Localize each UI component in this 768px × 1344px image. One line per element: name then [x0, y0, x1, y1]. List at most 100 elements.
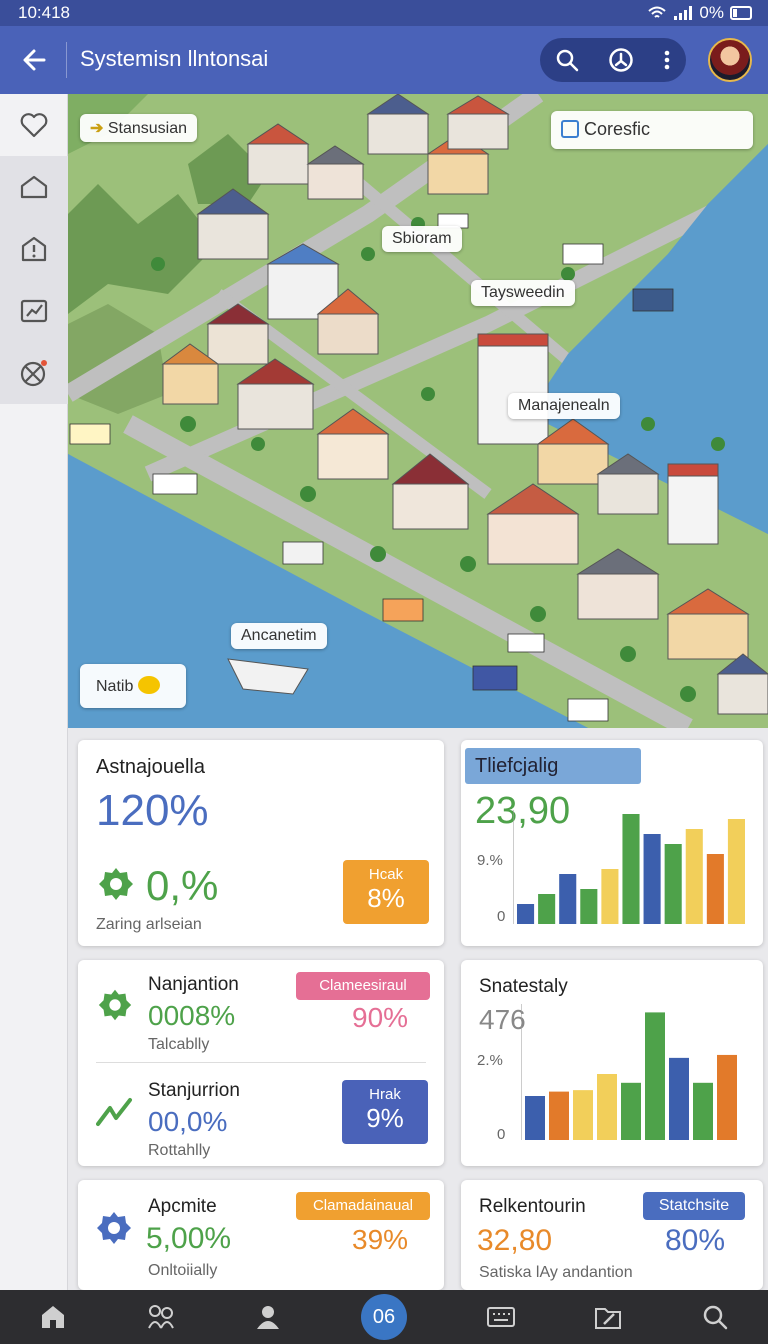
badge-label: Hrak: [369, 1086, 401, 1103]
bar-chart-1: [513, 810, 745, 924]
chart-tick-zero: 0: [497, 908, 506, 925]
card-relkentourin[interactable]: Relkentourin 32,80 Statchsite 80% Satisk…: [461, 1180, 763, 1290]
map-label-ancanetim[interactable]: Ancanetim: [231, 623, 327, 649]
card-title: Astnajouella: [96, 756, 205, 778]
card-astnajouella[interactable]: Astnajouella 120% 0,% Zaring arlseian Hc…: [78, 740, 444, 946]
card-big-value: 120%: [96, 786, 209, 835]
card-value: 32,80: [477, 1224, 553, 1257]
battery-percent: 0%: [699, 3, 724, 22]
avatar[interactable]: [708, 38, 752, 82]
chart-bar: [525, 1096, 545, 1140]
chart-bar: [664, 844, 682, 924]
status-badge: Clamadainaual: [296, 1192, 430, 1220]
back-arrow-icon[interactable]: [18, 44, 50, 76]
chart-bar: [685, 829, 703, 924]
card-chart-snatestaly[interactable]: Snatestaly 476 2.% 0: [461, 960, 763, 1166]
map-label-natib[interactable]: Natib: [80, 664, 186, 708]
keyboard-icon[interactable]: [486, 1304, 516, 1330]
sidebar-item-alerts[interactable]: [0, 218, 68, 280]
card-title: Relkentourin: [479, 1196, 586, 1217]
home-icon[interactable]: [39, 1303, 67, 1331]
card-value: 5,00%: [146, 1222, 232, 1255]
status-badge: Clameesiraul: [296, 972, 430, 1000]
chart-bar: [538, 894, 556, 924]
card-subtitle: Zaring arlseian: [96, 916, 202, 933]
row-value: 0008%: [148, 1000, 236, 1031]
chart-bar: [643, 834, 661, 924]
user-icon[interactable]: [254, 1303, 282, 1331]
chart-bar: [645, 1012, 665, 1140]
row-subtitle: Rottahlly: [148, 1142, 211, 1159]
compass-icon[interactable]: [608, 47, 634, 73]
badge-label: Hcak: [368, 866, 404, 883]
status-time: 10:418: [18, 3, 70, 22]
signal-icon: [674, 6, 693, 20]
status-badge: Hrak 9%: [342, 1080, 428, 1144]
appbar-actions: [540, 38, 686, 82]
card-title: Apcmite: [148, 1196, 217, 1217]
sidebar-item-reports[interactable]: [0, 280, 68, 342]
search-icon[interactable]: [701, 1303, 729, 1331]
card-chart-tliefcjalig[interactable]: Tliefcjalig 23,90 9.% 0: [461, 740, 763, 946]
chart-title: Tliefcjalig: [465, 748, 641, 784]
chart-bar: [597, 1074, 617, 1140]
cup-icon: [561, 120, 579, 138]
chart-bar: [706, 854, 724, 924]
chart-icon: [20, 299, 48, 323]
sidebar-item-home[interactable]: [0, 156, 68, 218]
card-subtitle: Satiska lAy andantion: [479, 1264, 633, 1281]
chart-bar: [717, 1054, 737, 1140]
card-value: 0,%: [146, 862, 219, 909]
row-title: Stanjurrion: [148, 1080, 240, 1101]
more-icon[interactable]: [663, 49, 671, 71]
home-icon: [20, 175, 48, 199]
badge-value: 8%: [367, 883, 405, 913]
map-label-text: Natib: [96, 678, 134, 695]
map-label-coresfic[interactable]: Coresfic: [551, 111, 753, 149]
arrow-icon: ➔: [90, 120, 104, 137]
sidebar: [0, 94, 68, 1290]
map-label-taysweedin[interactable]: Taysweedin: [471, 280, 575, 306]
chart-bar: [669, 1057, 689, 1140]
appbar-divider: [66, 42, 67, 78]
row-title: Nanjantion: [148, 974, 239, 995]
chart-bar: [517, 904, 535, 924]
row-divider: [96, 1062, 426, 1063]
chart-bar: [621, 1082, 641, 1140]
card-subtitle: Onltoiially: [148, 1262, 218, 1279]
city-map[interactable]: ➔ Stansusian Coresfic Sbioram Taysweedin…: [68, 94, 768, 728]
bottom-nav: 06: [0, 1290, 768, 1344]
chart-tick-mid: 2.%: [477, 1052, 503, 1069]
chart-bar: [580, 889, 598, 924]
chart-bar: [727, 819, 745, 924]
row-value: 00,0%: [148, 1106, 228, 1137]
gear-icon: [99, 868, 133, 900]
row-percent: 90%: [352, 1002, 409, 1033]
card-apcmite[interactable]: Apcmite 5,00% Onltoiially Clamadainaual …: [78, 1180, 444, 1290]
map-label-manajenealn[interactable]: Manajenealn: [508, 393, 620, 419]
chart-tick-mid: 9.%: [477, 852, 503, 869]
map-label-stansusian[interactable]: ➔ Stansusian: [80, 114, 198, 142]
folder-edit-icon[interactable]: [594, 1303, 622, 1331]
status-badge: Statchsite: [643, 1192, 745, 1220]
search-icon[interactable]: [555, 48, 579, 72]
battery-icon: [730, 6, 752, 20]
city-map-illustration: [68, 94, 768, 728]
chart-tick-zero: 0: [497, 1126, 506, 1143]
heart-icon: [20, 113, 48, 138]
nav-center-button[interactable]: 06: [360, 1294, 407, 1340]
people-network-icon[interactable]: [146, 1302, 176, 1332]
chart-big-value: 476: [479, 1004, 526, 1035]
row-subtitle: Talcablly: [148, 1036, 210, 1053]
sidebar-item-settings[interactable]: [0, 342, 68, 404]
chart-bar: [622, 814, 640, 924]
map-label-text: Stansusian: [107, 120, 188, 137]
sidebar-item-favorites[interactable]: [0, 94, 68, 156]
chart-bar: [559, 874, 577, 924]
map-label-text: Coresfic: [584, 119, 651, 139]
card-nanjantion[interactable]: Nanjantion 0008% Talcablly Clameesiraul …: [78, 960, 444, 1166]
chart-bar: [693, 1082, 713, 1140]
map-label-sbioram[interactable]: Sbioram: [382, 226, 462, 252]
status-badge: Hcak 8%: [343, 860, 429, 924]
gear-icon: [98, 989, 132, 1021]
